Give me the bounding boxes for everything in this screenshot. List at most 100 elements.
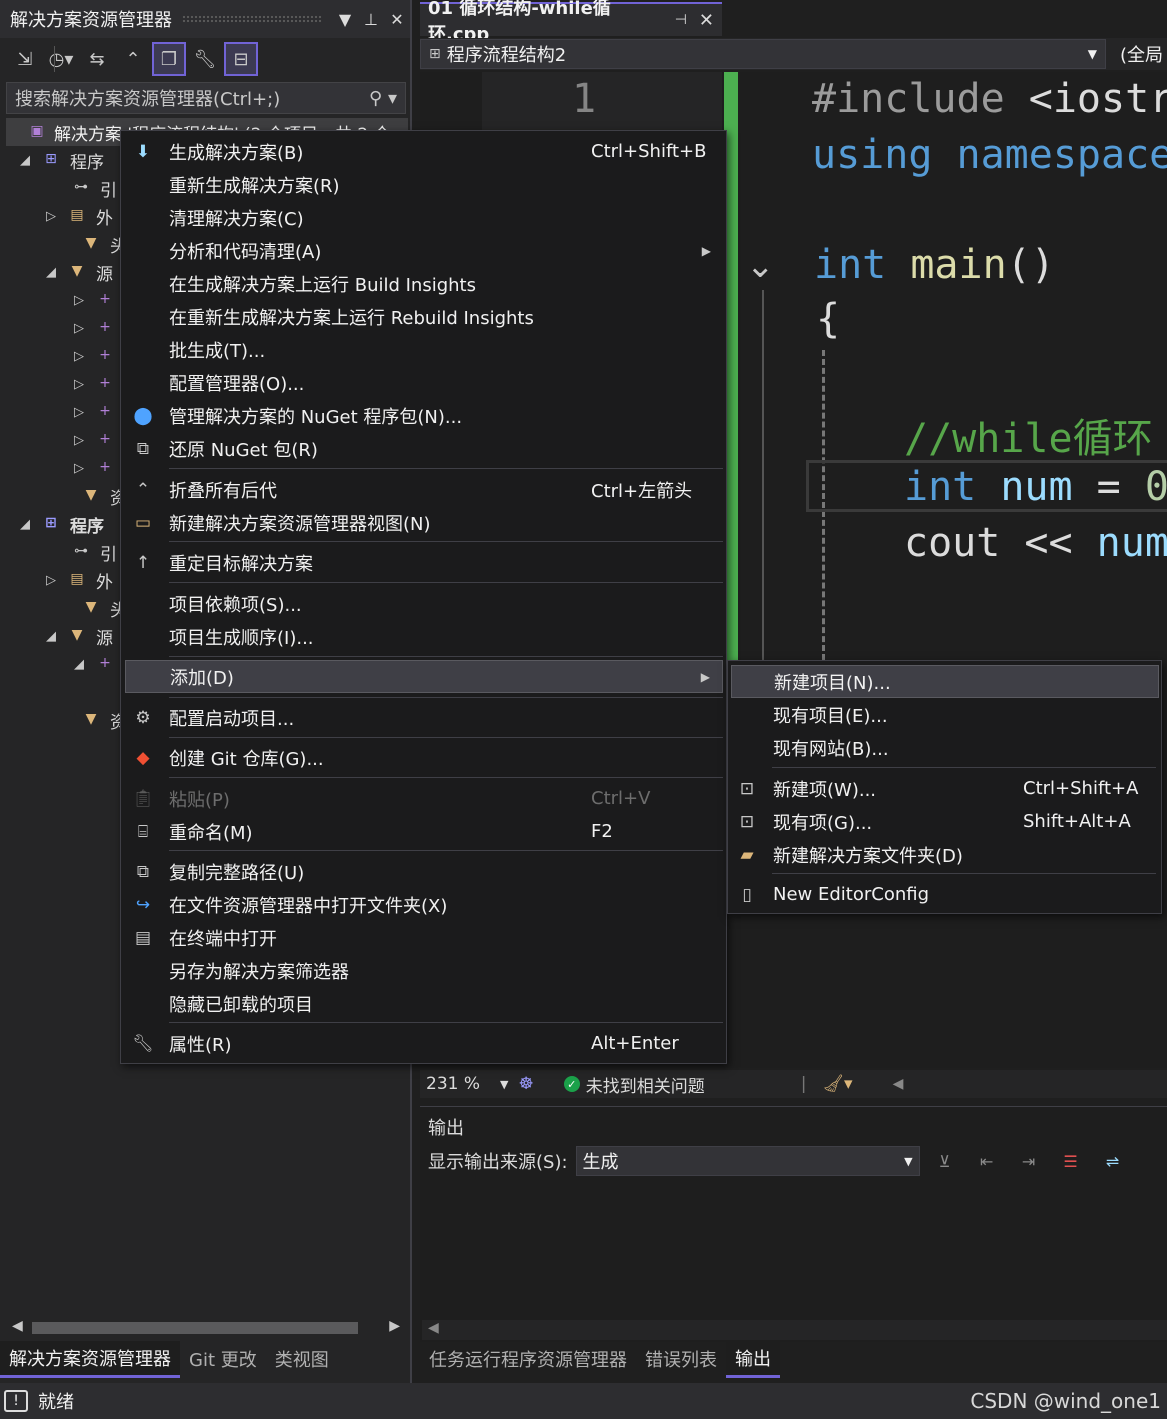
tree-item-sources1[interactable]: ◢ ▼ 源 bbox=[44, 258, 113, 286]
expand-arrow-icon[interactable]: ▷ bbox=[44, 573, 58, 588]
menu-item-save-as-filter[interactable]: 另存为解决方案筛选器 bbox=[125, 954, 723, 987]
word-wrap-icon[interactable]: ⇌ bbox=[1096, 1152, 1130, 1171]
tree-item-file[interactable]: ▷ + bbox=[72, 426, 116, 454]
tab-class-view[interactable]: 类视图 bbox=[266, 1342, 338, 1376]
pin-tab-icon[interactable]: ⊣ bbox=[675, 12, 687, 28]
expand-arrow-icon[interactable]: ◢ bbox=[18, 517, 32, 532]
scroll-left-icon[interactable]: ◀ bbox=[893, 1076, 904, 1092]
pin-icon[interactable]: ⊥ bbox=[358, 10, 384, 29]
tab-git-changes[interactable]: Git 更改 bbox=[180, 1342, 266, 1376]
clear-all-icon[interactable]: ☰ bbox=[1054, 1152, 1088, 1171]
preview-icon[interactable]: ⊟ bbox=[224, 42, 258, 76]
menu-item-create-git-repo[interactable]: ◆ 创建 Git 仓库(G)... bbox=[125, 741, 723, 774]
close-icon[interactable]: ✕ bbox=[384, 10, 410, 29]
expand-arrow-icon[interactable]: ▷ bbox=[72, 349, 86, 364]
dropdown-icon[interactable]: ▼ bbox=[332, 10, 358, 29]
menu-item-build-insights[interactable]: 在生成解决方案上运行 Build Insights bbox=[125, 267, 723, 300]
project-dropdown[interactable]: ⊞ 程序流程结构2 ▼ bbox=[420, 39, 1106, 69]
close-tab-icon[interactable]: ✕ bbox=[699, 10, 714, 31]
scope-dropdown[interactable]: (全局 bbox=[1106, 41, 1167, 67]
tree-item-project2[interactable]: ◢ ⊞ 程序 bbox=[18, 510, 104, 538]
properties-wrench-icon[interactable]: 🔧︎ bbox=[188, 42, 222, 76]
expand-arrow-icon[interactable]: ▷ bbox=[72, 377, 86, 392]
tree-item-file[interactable]: ◢ + bbox=[72, 650, 116, 678]
menu-item-config-manager[interactable]: 配置管理器(O)... bbox=[125, 366, 723, 399]
goto-error-icon[interactable]: ⊻ bbox=[928, 1152, 962, 1171]
tree-item-references2[interactable]: ⊶ 引 bbox=[48, 538, 117, 566]
expand-arrow-icon[interactable]: ◢ bbox=[72, 657, 86, 672]
submenu-item-existing-project[interactable]: 现有项目(E)... bbox=[731, 698, 1159, 731]
tree-item-sources2[interactable]: ◢ ▼ 源 bbox=[44, 622, 113, 650]
tab-solution-explorer[interactable]: 解决方案资源管理器 bbox=[0, 1340, 180, 1378]
submenu-item-new-solution-folder[interactable]: ▰ 新建解决方案文件夹(D) bbox=[731, 838, 1159, 871]
menu-item-rebuild-solution[interactable]: 重新生成解决方案(R) bbox=[125, 168, 723, 201]
menu-item-batch-build[interactable]: 批生成(T)... bbox=[125, 333, 723, 366]
menu-item-analyze-cleanup[interactable]: 分析和代码清理(A) ▶ bbox=[125, 234, 723, 267]
tab-output[interactable]: 输出 bbox=[726, 1340, 780, 1378]
editor-tab[interactable]: 01 循环结构-while循环.cpp ⊣ ✕ bbox=[420, 0, 722, 45]
menu-item-rebuild-insights[interactable]: 在重新生成解决方案上运行 Rebuild Insights bbox=[125, 300, 723, 333]
submenu-item-existing-website[interactable]: 现有网站(B)... bbox=[731, 731, 1159, 764]
scroll-left-icon[interactable]: ◀ bbox=[12, 1318, 23, 1334]
menu-item-manage-nuget[interactable]: ⬤ 管理解决方案的 NuGet 程序包(N)... bbox=[125, 399, 723, 432]
copilot-icon[interactable]: ☸ bbox=[518, 1074, 533, 1094]
menu-item-startup-projects[interactable]: ⚙ 配置启动项目... bbox=[125, 701, 723, 734]
tree-item-headers1[interactable]: ▼ 头 bbox=[58, 230, 127, 258]
menu-item-properties[interactable]: 🔧︎ 属性(R) Alt+Enter bbox=[125, 1027, 723, 1060]
sync-icon[interactable]: ⇆ bbox=[80, 42, 114, 76]
menu-item-hide-unloaded[interactable]: 隐藏已卸载的项目 bbox=[125, 987, 723, 1020]
expand-arrow-icon[interactable]: ▷ bbox=[72, 461, 86, 476]
expand-arrow-icon[interactable]: ▷ bbox=[44, 209, 58, 224]
submenu-item-new-editorconfig[interactable]: ▯ New EditorConfig bbox=[731, 878, 1159, 911]
horizontal-scrollbar[interactable]: ◀ ▶ bbox=[6, 1318, 406, 1338]
tree-item-external1[interactable]: ▷ ▤ 外 bbox=[44, 202, 113, 230]
menu-item-open-in-terminal[interactable]: ▤ 在终端中打开 bbox=[125, 921, 723, 954]
menu-item-open-in-explorer[interactable]: ↪ 在文件资源管理器中打开文件夹(X) bbox=[125, 888, 723, 921]
tree-item-headers2[interactable]: ▼ 头 bbox=[58, 594, 127, 622]
menu-item-new-explorer-view[interactable]: ▭ 新建解决方案资源管理器视图(N) bbox=[125, 506, 723, 539]
history-icon[interactable]: ◷▾ bbox=[44, 42, 78, 76]
tree-item-file[interactable]: ▷ + bbox=[72, 398, 116, 426]
tree-item-file[interactable]: ▷ + bbox=[72, 454, 116, 482]
output-text-area[interactable] bbox=[422, 1184, 1167, 1318]
menu-item-rename[interactable]: ⌸ 重命名(M) F2 bbox=[125, 815, 723, 848]
tree-item-file[interactable]: ▷ + bbox=[72, 286, 116, 314]
menu-item-copy-full-path[interactable]: ⧉ 复制完整路径(U) bbox=[125, 855, 723, 888]
expand-arrow-icon[interactable]: ◢ bbox=[44, 629, 58, 644]
expand-arrow-icon[interactable]: ▷ bbox=[72, 321, 86, 336]
tree-item-file[interactable]: ▷ + bbox=[72, 314, 116, 342]
switch-views-icon[interactable]: ⇲ bbox=[8, 42, 42, 76]
output-source-select[interactable]: 生成 ▼ bbox=[575, 1146, 920, 1176]
prev-message-icon[interactable]: ⇤ bbox=[970, 1152, 1004, 1171]
expand-arrow-icon[interactable]: ▷ bbox=[72, 293, 86, 308]
menu-item-build-order[interactable]: 项目生成顺序(I)... bbox=[125, 620, 723, 653]
menu-item-retarget-solution[interactable]: ↑ 重定目标解决方案 bbox=[125, 546, 723, 579]
menu-item-restore-nuget[interactable]: ⧉ 还原 NuGet 包(R) bbox=[125, 432, 723, 465]
code-cleanup-icon[interactable]: 🧹︎▾ bbox=[822, 1074, 852, 1094]
scroll-left-icon[interactable]: ◀ bbox=[428, 1320, 439, 1336]
search-input[interactable]: 搜索解决方案资源管理器(Ctrl+;) ⚲ ▾ bbox=[6, 82, 406, 114]
menu-item-clean-solution[interactable]: 清理解决方案(C) bbox=[125, 201, 723, 234]
tree-item-project1[interactable]: ◢ ⊞ 程序 bbox=[18, 146, 104, 174]
tree-item-file[interactable]: ▷ + bbox=[72, 370, 116, 398]
zoom-level[interactable]: 231 % bbox=[420, 1074, 530, 1094]
submenu-item-existing-item[interactable]: ⊡ 现有项(G)... Shift+Alt+A bbox=[731, 805, 1159, 838]
search-icon[interactable]: ⚲ ▾ bbox=[369, 88, 397, 109]
menu-item-project-dependencies[interactable]: 项目依赖项(S)... bbox=[125, 587, 723, 620]
menu-item-collapse-descendants[interactable]: ⌃ 折叠所有后代 Ctrl+左箭头 bbox=[125, 473, 723, 506]
next-message-icon[interactable]: ⇥ bbox=[1012, 1152, 1046, 1171]
show-all-files-icon[interactable]: ❐ bbox=[152, 42, 186, 76]
chevron-down-icon[interactable]: ▼ bbox=[500, 1078, 508, 1091]
expand-arrow-icon[interactable]: ◢ bbox=[18, 153, 32, 168]
fold-chevron-icon[interactable]: ⌄ bbox=[746, 246, 775, 286]
scroll-right-icon[interactable]: ▶ bbox=[389, 1318, 400, 1334]
tree-item-file[interactable]: ▷ + bbox=[72, 342, 116, 370]
scroll-thumb[interactable] bbox=[32, 1322, 358, 1334]
submenu-item-new-item[interactable]: ⊡ 新建项(W)... Ctrl+Shift+A bbox=[731, 772, 1159, 805]
submenu-item-new-project[interactable]: 新建项目(N)... bbox=[731, 665, 1159, 698]
tab-error-list[interactable]: 错误列表 bbox=[636, 1342, 726, 1376]
issues-indicator[interactable]: ✓ 未找到相关问题 bbox=[563, 1072, 705, 1097]
expand-arrow-icon[interactable]: ◢ bbox=[44, 265, 58, 280]
tree-item-references1[interactable]: ⊶ 引 bbox=[48, 174, 117, 202]
expand-arrow-icon[interactable]: ▷ bbox=[72, 433, 86, 448]
